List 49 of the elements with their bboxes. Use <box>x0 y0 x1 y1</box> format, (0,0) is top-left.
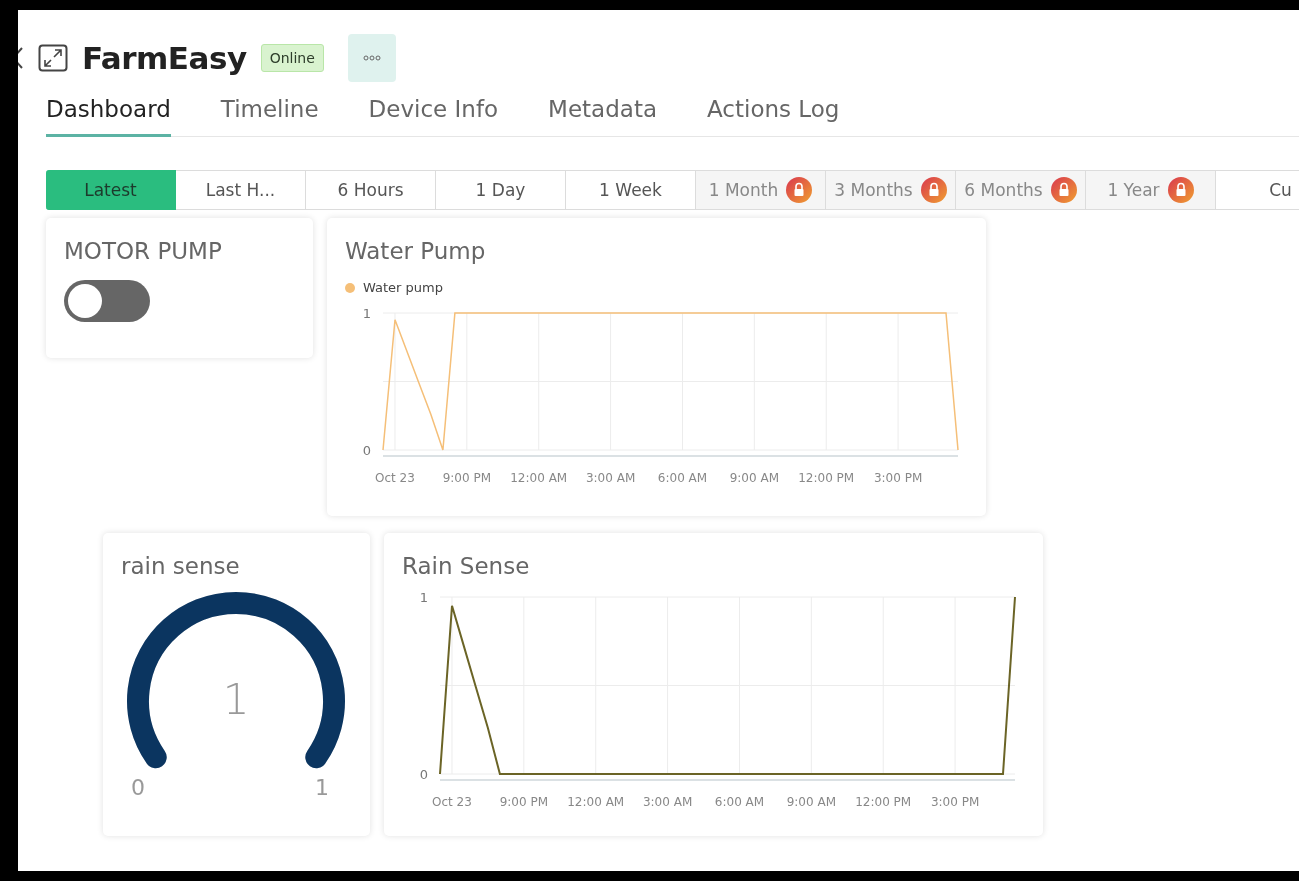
ellipsis-icon <box>362 55 381 61</box>
legend-label: Water pump <box>363 280 443 295</box>
x-tick-label: 9:00 PM <box>499 795 549 809</box>
tab[interactable]: Device Info <box>368 96 499 137</box>
tab[interactable]: Metadata <box>548 96 657 137</box>
time-range-tab[interactable]: 1 Week <box>566 170 696 210</box>
x-tick-label: Oct 23 <box>432 795 472 809</box>
y-tick-label: 1 <box>362 306 371 321</box>
time-range-tab[interactable]: 6 Hours <box>306 170 436 210</box>
x-tick-label: 6:00 AM <box>657 471 708 485</box>
x-tick-label: 9:00 AM <box>729 471 779 485</box>
legend-dot <box>345 282 355 293</box>
y-tick-label: 0 <box>419 767 428 782</box>
time-range-tab[interactable]: 1 Day <box>436 170 566 210</box>
time-range-tab[interactable]: 3 Months <box>826 170 956 210</box>
gauge-min-label: 0 <box>131 775 145 800</box>
x-tick-label: 12:00 PM <box>855 795 912 809</box>
time-range-tab[interactable]: Last H... <box>176 170 306 210</box>
x-tick-label: Oct 23 <box>375 471 415 485</box>
time-range-tab[interactable]: Cu <box>1216 170 1299 210</box>
toggle-switch[interactable] <box>64 280 150 322</box>
tab[interactable]: Dashboard <box>46 96 171 137</box>
x-tick-label: 12:00 AM <box>510 471 568 485</box>
widget-title: rain sense <box>121 553 240 579</box>
time-range-tab[interactable]: Latest <box>46 170 176 210</box>
x-tick-label: 3:00 PM <box>873 471 923 485</box>
x-tick-label: 12:00 AM <box>567 795 625 809</box>
time-range-tab[interactable]: 1 Year <box>1086 170 1216 210</box>
x-tick-label: 9:00 AM <box>786 795 836 809</box>
widget-title: MOTOR PUMP <box>64 238 222 264</box>
x-tick-label: 3:00 AM <box>642 795 693 809</box>
tab[interactable]: Actions Log <box>707 96 840 137</box>
x-tick-label: 3:00 AM <box>585 471 636 485</box>
x-tick-label: 9:00 PM <box>442 471 492 485</box>
tab[interactable]: Timeline <box>220 96 319 137</box>
widget-title: Rain Sense <box>402 553 530 579</box>
gauge-max-label: 1 <box>315 775 329 800</box>
x-tick-label: 12:00 PM <box>798 471 855 485</box>
x-tick-label: 3:00 PM <box>930 795 980 809</box>
time-range-tab[interactable]: 6 Months <box>956 170 1086 210</box>
time-range-tab[interactable]: 1 Month <box>696 170 826 210</box>
expand-icon[interactable] <box>38 44 68 72</box>
y-tick-label: 1 <box>419 590 428 605</box>
status-badge: Online <box>260 44 324 72</box>
x-tick-label: 6:00 AM <box>714 795 765 809</box>
gauge-value: 1 <box>221 675 251 724</box>
y-tick-label: 0 <box>362 443 371 458</box>
device-title: FarmEasy <box>82 40 247 76</box>
widget-title: Water Pump <box>345 238 486 264</box>
